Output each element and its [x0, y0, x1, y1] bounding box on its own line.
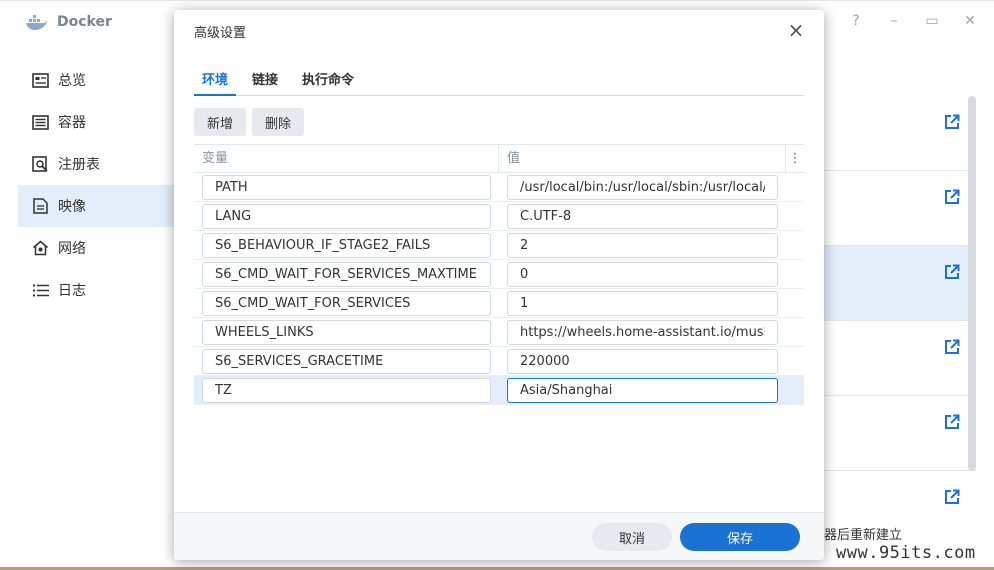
list-item[interactable]: [824, 321, 976, 396]
watermark: www.95its.com: [836, 543, 976, 563]
value-input[interactable]: [507, 290, 778, 316]
sidebar-item-overview[interactable]: 总览: [0, 59, 175, 101]
sidebar-item-log[interactable]: 日志: [0, 269, 175, 311]
table-row[interactable]: [194, 173, 804, 202]
sidebar-item-registry[interactable]: 注册表: [0, 143, 175, 185]
value-input[interactable]: [507, 203, 778, 229]
log-icon: [32, 282, 49, 299]
variable-input[interactable]: [202, 348, 491, 374]
help-icon[interactable]: ?: [848, 13, 864, 29]
registry-icon: [32, 155, 49, 173]
advanced-settings-dialog: 高级设置 × 环境 链接 执行命令 新增 删除 变量 值 ⋮ PATH /usr…: [174, 10, 824, 560]
value-input[interactable]: [507, 348, 778, 374]
close-window-icon[interactable]: ✕: [962, 13, 978, 29]
table-row[interactable]: [194, 231, 804, 260]
image-list: [824, 96, 976, 570]
sidebar-item-container[interactable]: 容器: [0, 101, 175, 143]
variable-input[interactable]: [202, 290, 491, 316]
external-link-icon[interactable]: [944, 264, 960, 280]
external-link-icon[interactable]: [944, 189, 960, 205]
table-row[interactable]: [194, 202, 804, 231]
add-button[interactable]: 新增: [194, 108, 247, 136]
dialog-tabs: 环境 链接 执行命令: [194, 66, 804, 96]
save-button[interactable]: 保存: [680, 523, 800, 551]
variable-input[interactable]: [202, 203, 491, 229]
table-row[interactable]: [194, 289, 804, 318]
sidebar-item-label: 总览: [58, 73, 86, 89]
value-input[interactable]: [507, 232, 778, 258]
sidebar-item-label: 注册表: [58, 157, 100, 173]
external-link-icon[interactable]: [944, 489, 960, 505]
column-menu-icon[interactable]: ⋮: [786, 145, 804, 172]
table-row[interactable]: [194, 318, 804, 347]
sidebar-item-label: 网络: [58, 241, 86, 257]
value-input[interactable]: [507, 319, 778, 345]
list-item[interactable]: [824, 246, 976, 321]
table-row[interactable]: [194, 347, 804, 376]
column-header-variable[interactable]: 变量: [194, 145, 499, 172]
list-item[interactable]: [824, 396, 976, 471]
background-note: 器后重新建立: [824, 528, 903, 543]
network-icon: [32, 240, 49, 257]
sidebar-item-label: 容器: [58, 115, 86, 131]
window-controls: ? – ▭ ✕: [848, 13, 978, 29]
tab-links[interactable]: 链接: [244, 66, 286, 96]
tab-environment[interactable]: 环境: [194, 66, 237, 96]
list-scrollbar[interactable]: [968, 96, 976, 471]
table-row[interactable]: [194, 260, 804, 289]
value-input[interactable]: [507, 174, 778, 200]
cancel-button[interactable]: 取消: [592, 523, 672, 551]
list-item[interactable]: [824, 171, 976, 246]
dialog-footer: 取消 保存: [174, 512, 824, 560]
external-link-icon[interactable]: [944, 114, 960, 130]
variable-input[interactable]: [202, 174, 491, 200]
image-icon: [32, 198, 49, 215]
sidebar: 总览 容器 注册表 映像 网络 日志: [0, 59, 175, 311]
variable-input[interactable]: [202, 232, 491, 258]
overview-icon: [32, 72, 49, 89]
value-input[interactable]: [507, 261, 778, 287]
minimize-icon[interactable]: –: [886, 13, 902, 29]
app-title: Docker: [57, 14, 112, 30]
sidebar-item-network[interactable]: 网络: [0, 227, 175, 269]
external-link-icon[interactable]: [944, 414, 960, 430]
external-link-icon[interactable]: [944, 339, 960, 355]
value-input[interactable]: [507, 377, 778, 403]
maximize-icon[interactable]: ▭: [924, 13, 940, 29]
container-icon: [32, 114, 49, 131]
list-item[interactable]: [824, 96, 976, 171]
close-icon[interactable]: ×: [786, 20, 806, 40]
sidebar-item-image[interactable]: 映像: [18, 185, 175, 227]
sidebar-item-label: 日志: [58, 283, 86, 299]
docker-whale-icon: [26, 15, 47, 30]
delete-button[interactable]: 删除: [252, 108, 305, 136]
variable-input[interactable]: [202, 261, 491, 287]
variable-input[interactable]: [202, 319, 491, 345]
grid-header: 变量 值 ⋮: [194, 144, 804, 173]
table-row[interactable]: [194, 376, 804, 405]
env-toolbar: 新增 删除: [194, 108, 305, 136]
env-variable-grid: 变量 值 ⋮: [194, 144, 804, 405]
variable-input[interactable]: [202, 377, 491, 403]
sidebar-item-label: 映像: [58, 199, 86, 215]
dialog-title: 高级设置: [194, 26, 247, 41]
column-header-value[interactable]: 值: [499, 145, 786, 172]
tab-execute-command[interactable]: 执行命令: [294, 66, 362, 96]
